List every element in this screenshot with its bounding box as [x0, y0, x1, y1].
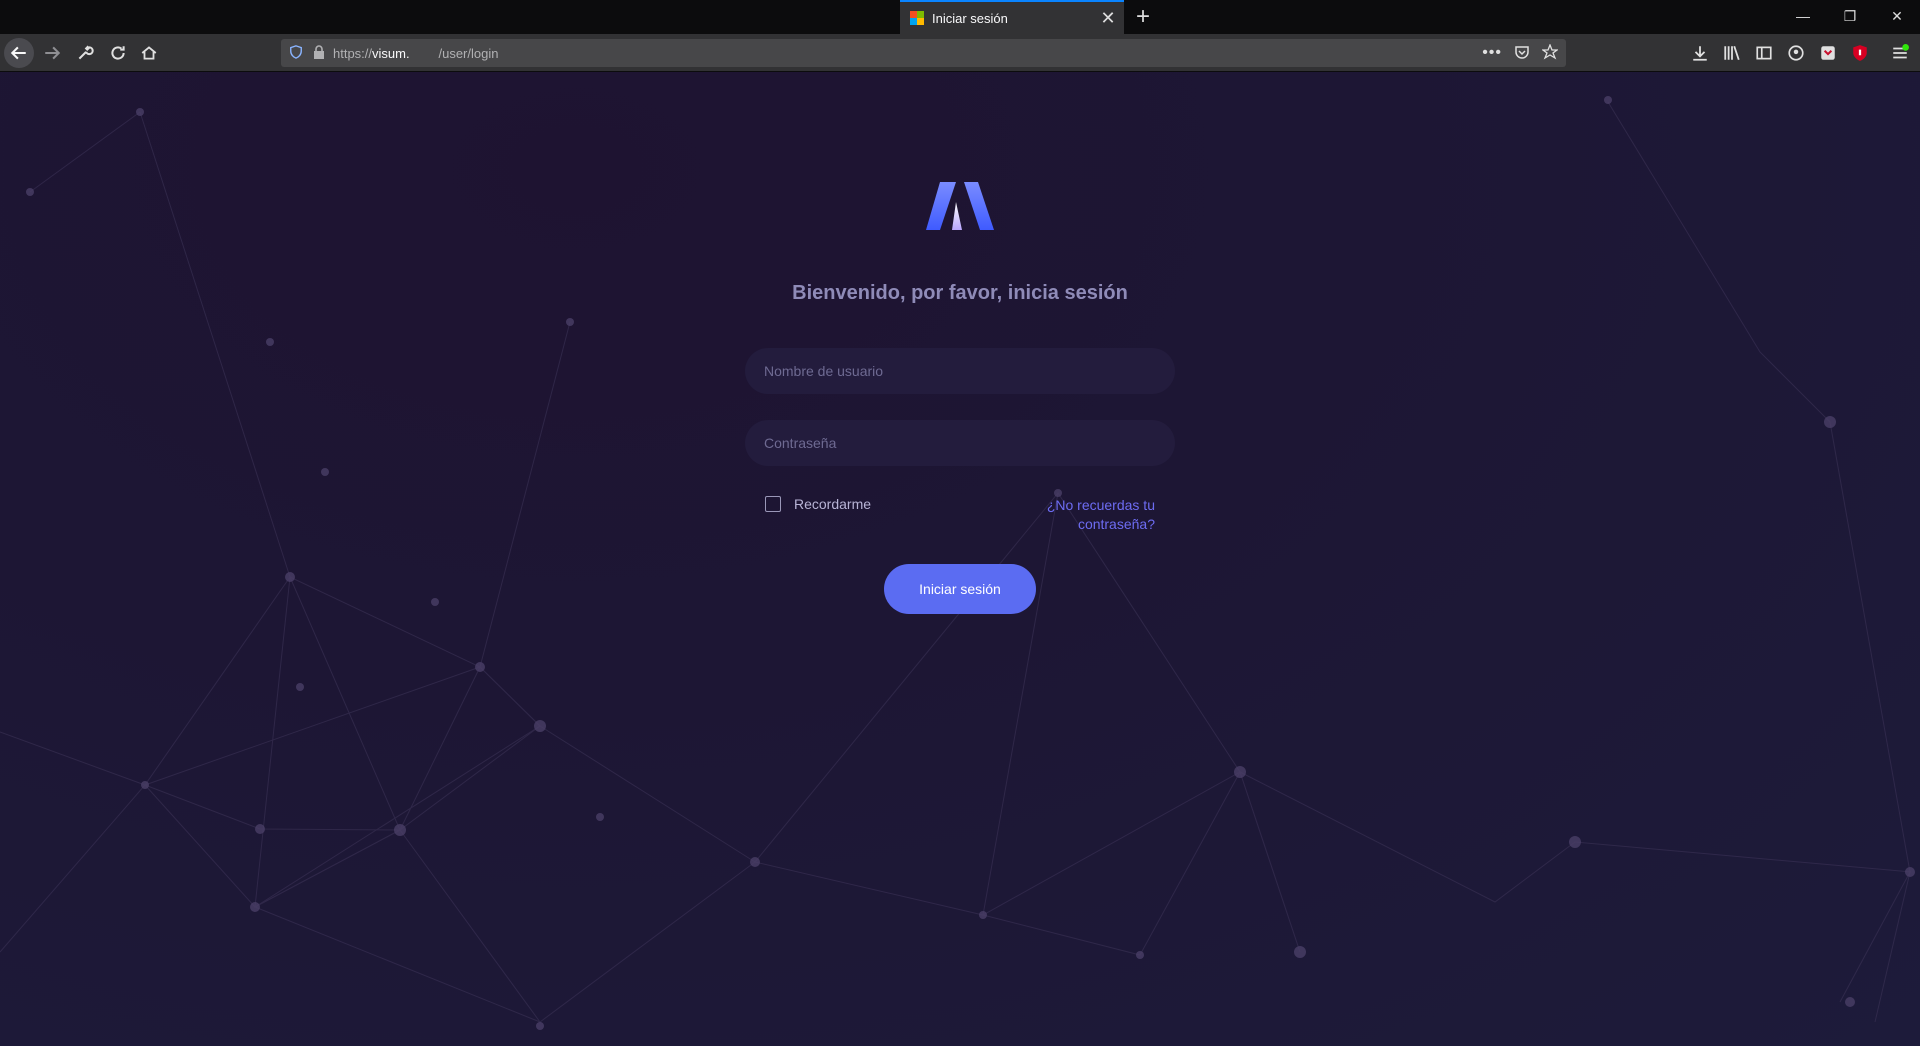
wrench-icon[interactable]	[70, 38, 100, 68]
tab-title: Iniciar sesión	[932, 10, 1008, 26]
reload-icon[interactable]	[103, 38, 133, 68]
page-actions-icon[interactable]: •••	[1482, 44, 1502, 62]
downloads-icon[interactable]	[1685, 38, 1715, 68]
login-page: Bienvenido, por favor, inicia sesión Rec…	[0, 72, 1920, 1046]
address-bar[interactable]: https://visum. /user/login •••	[281, 39, 1566, 67]
forward-icon[interactable]	[37, 38, 67, 68]
minimize-icon[interactable]: —	[1780, 0, 1826, 32]
forgot-password-link[interactable]: ¿No recuerdas tu contraseña?	[1015, 496, 1155, 534]
sidebar-icon[interactable]	[1749, 38, 1779, 68]
url-text: https://visum. /user/login	[333, 45, 499, 61]
tracking-protection-shield-icon[interactable]	[289, 44, 303, 62]
home-icon[interactable]	[134, 38, 164, 68]
back-icon[interactable]	[4, 38, 34, 68]
welcome-heading: Bienvenido, por favor, inicia sesión	[792, 282, 1128, 304]
account-icon[interactable]	[1781, 38, 1811, 68]
login-button[interactable]: Iniciar sesión	[884, 564, 1036, 614]
lock-icon[interactable]	[313, 44, 325, 62]
brand-logo	[926, 182, 994, 230]
tab-active[interactable]: Iniciar sesión ✕	[900, 0, 1124, 34]
window-close-icon[interactable]: ✕	[1874, 0, 1920, 32]
tab-favicon-icon	[910, 11, 924, 25]
password-input[interactable]	[745, 420, 1175, 466]
new-tab-icon[interactable]: +	[1128, 2, 1158, 32]
extension-shield-icon[interactable]	[1845, 38, 1875, 68]
username-input[interactable]	[745, 348, 1175, 394]
pocket-icon[interactable]	[1514, 44, 1530, 63]
restore-icon[interactable]: ❐	[1827, 0, 1873, 32]
tab-strip: Iniciar sesión ✕ + — ❐ ✕	[0, 0, 1920, 34]
tab-close-icon[interactable]: ✕	[1096, 8, 1120, 29]
remember-me-label: Recordarme	[794, 496, 872, 512]
bookmark-star-icon[interactable]	[1541, 42, 1559, 63]
remember-me-checkbox[interactable]: Recordarme	[765, 496, 871, 512]
library-icon[interactable]	[1717, 38, 1747, 68]
menu-hamburger-icon[interactable]	[1885, 38, 1915, 68]
navigation-toolbar: https://visum. /user/login •••	[0, 34, 1920, 72]
extension-pocket-icon[interactable]	[1813, 38, 1843, 68]
checkbox-box[interactable]	[765, 496, 781, 512]
